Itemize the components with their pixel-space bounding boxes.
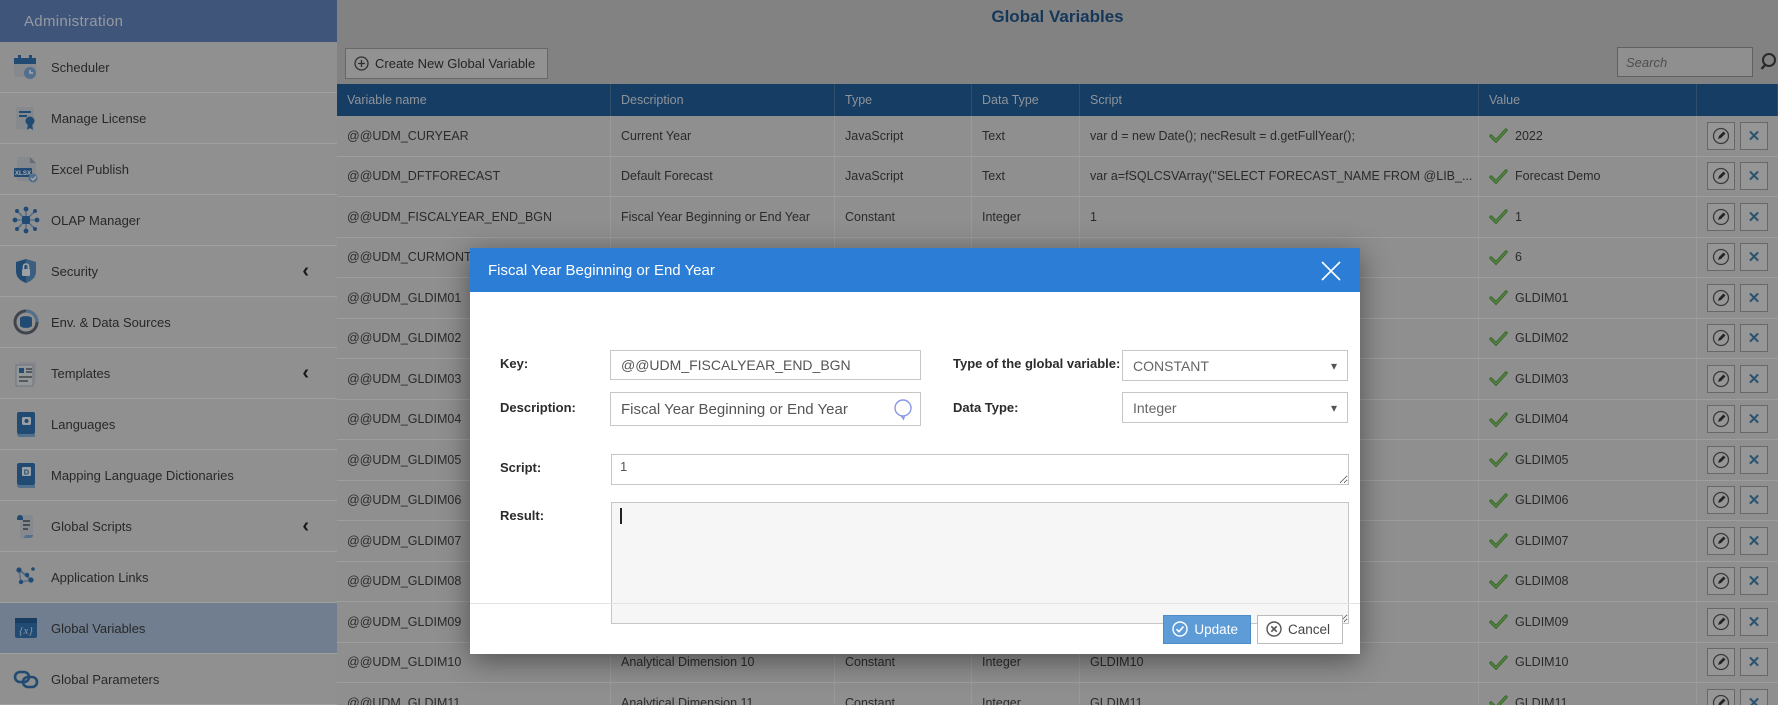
cancel-button-label: Cancel	[1288, 622, 1330, 637]
description-field[interactable]	[610, 392, 921, 426]
key-label: Key:	[500, 356, 528, 371]
data-type-label: Data Type:	[953, 400, 1019, 415]
close-icon[interactable]	[1316, 256, 1346, 286]
chevron-down-icon: ▾	[1331, 359, 1337, 373]
dialog-body: Key: Type of the global variable: CONSTA…	[470, 292, 1360, 603]
application-window: Administration Scheduler Manage License …	[0, 0, 1778, 705]
x-circle-icon	[1266, 621, 1282, 637]
chevron-down-icon: ▾	[1331, 401, 1337, 415]
text-cursor	[620, 508, 622, 524]
update-button[interactable]: Update	[1163, 615, 1251, 644]
data-type-select[interactable]: Integer ▾	[1122, 392, 1348, 423]
edit-global-variable-dialog: Fiscal Year Beginning or End Year Key: T…	[470, 248, 1360, 654]
dialog-titlebar: Fiscal Year Beginning or End Year	[470, 248, 1360, 292]
check-circle-icon	[1172, 621, 1188, 637]
script-textarea[interactable]: 1	[611, 454, 1349, 485]
type-select[interactable]: CONSTANT ▾	[1122, 350, 1348, 381]
script-label: Script:	[500, 460, 541, 475]
result-label: Result:	[500, 508, 544, 523]
key-field[interactable]	[610, 350, 921, 380]
cancel-button[interactable]: Cancel	[1257, 615, 1343, 644]
data-type-select-value: Integer	[1133, 400, 1177, 416]
comment-bubble-icon[interactable]	[892, 398, 915, 426]
description-label: Description:	[500, 400, 576, 415]
update-button-label: Update	[1194, 622, 1238, 637]
type-label: Type of the global variable:	[953, 356, 1120, 371]
type-select-value: CONSTANT	[1133, 358, 1209, 374]
dialog-footer: Update Cancel	[470, 603, 1360, 654]
dialog-title: Fiscal Year Beginning or End Year	[488, 262, 715, 279]
